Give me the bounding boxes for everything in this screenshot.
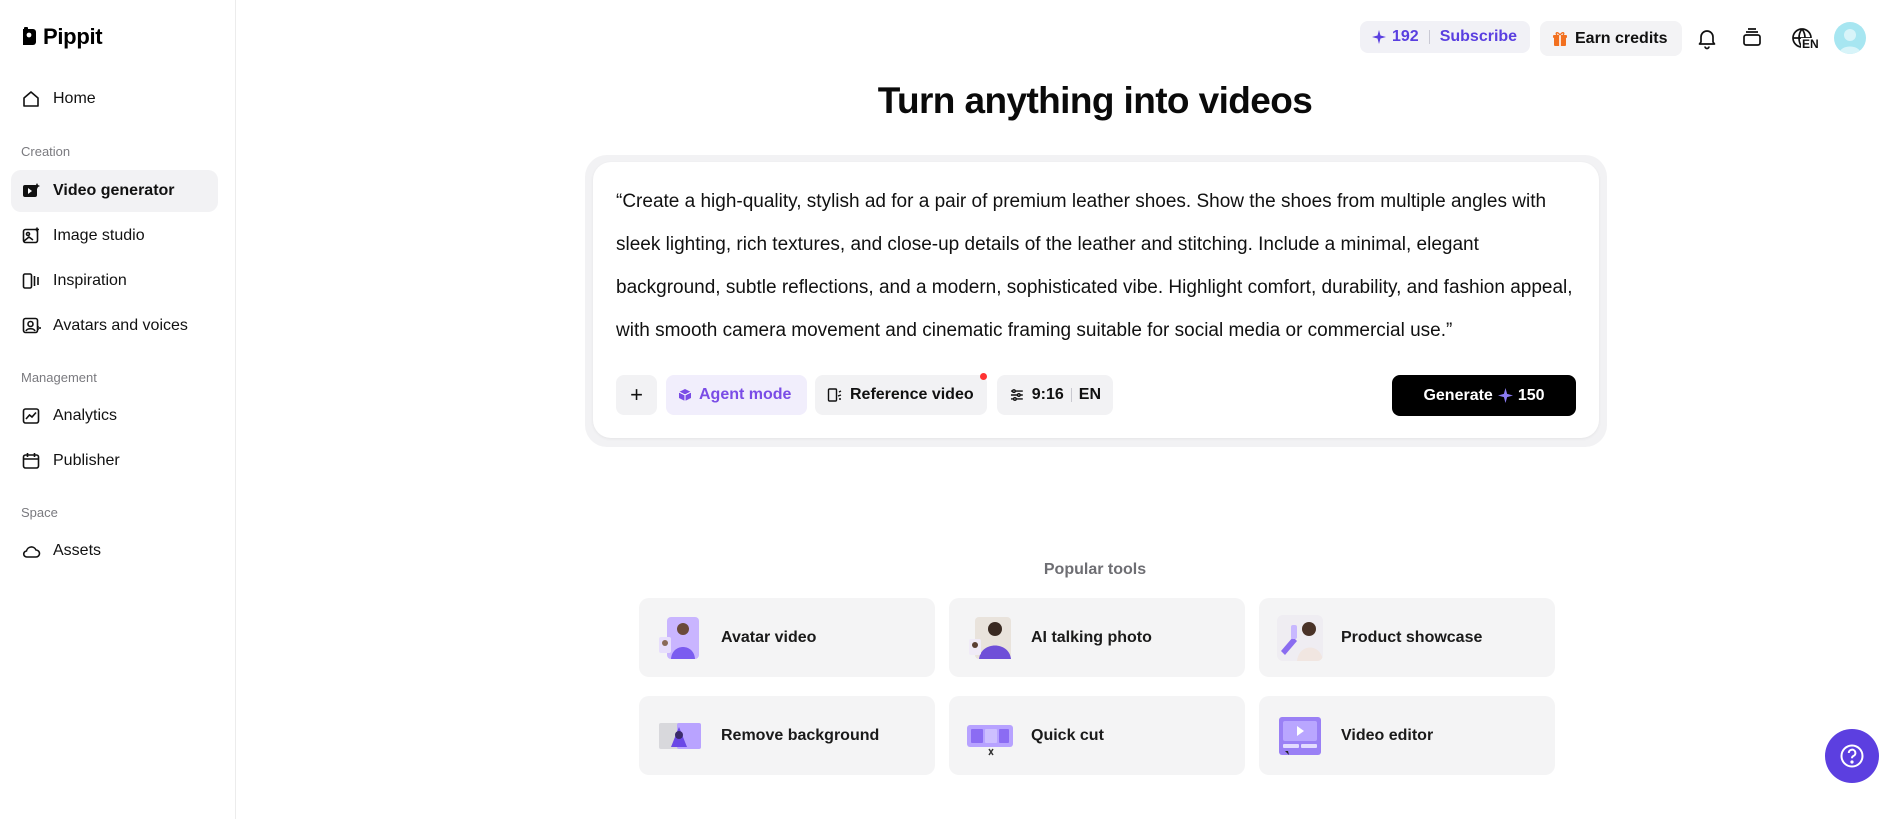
aspect-ratio-label: 9:16 bbox=[1031, 386, 1064, 403]
sidebar-item-image-studio[interactable]: Image studio bbox=[11, 215, 218, 257]
pippit-logo-icon bbox=[23, 27, 36, 45]
video-generator-icon bbox=[23, 183, 40, 197]
avatar-video-thumbnail-icon bbox=[659, 616, 699, 659]
avatar-icon bbox=[1839, 29, 1861, 54]
notifications-button[interactable] bbox=[1693, 24, 1721, 52]
analytics-icon bbox=[22, 408, 40, 424]
tool-card-ai-talking-photo[interactable]: AI talking photo bbox=[949, 598, 1245, 677]
remove-background-thumbnail-icon bbox=[659, 722, 701, 749]
sidebar-item-label: Avatars and voices bbox=[53, 317, 188, 334]
cube-icon bbox=[678, 389, 692, 401]
credits-count: 192 bbox=[1392, 28, 1419, 45]
product-showcase-thumbnail-icon bbox=[1277, 614, 1323, 661]
section-label-space: Space bbox=[21, 505, 58, 520]
sparkle-icon bbox=[1372, 30, 1386, 44]
earn-credits-button[interactable]: Earn credits bbox=[1540, 21, 1682, 56]
language-button[interactable]: EN bbox=[1784, 24, 1820, 52]
agent-mode-button[interactable]: Agent mode bbox=[666, 375, 807, 415]
sidebar: Pippit Home Creation Video generator Ima… bbox=[0, 0, 236, 819]
subscribe-button[interactable]: Subscribe bbox=[1440, 28, 1517, 46]
quick-cut-thumbnail-icon bbox=[967, 724, 1013, 755]
gift-icon bbox=[1553, 31, 1567, 46]
divider bbox=[1428, 30, 1430, 44]
generate-label: Generate bbox=[1423, 386, 1493, 404]
reference-video-icon bbox=[827, 388, 842, 402]
talking-photo-thumbnail-icon bbox=[969, 616, 1011, 659]
tool-card-label: Avatar video bbox=[721, 628, 817, 646]
bell-icon bbox=[1698, 30, 1716, 50]
language-label: EN bbox=[1078, 386, 1101, 403]
avatar-voice-icon bbox=[22, 317, 41, 334]
sidebar-item-label: Image studio bbox=[53, 227, 145, 244]
sidebar-item-publisher[interactable]: Publisher bbox=[11, 440, 218, 482]
tool-card-video-editor[interactable]: Video editor bbox=[1259, 696, 1555, 775]
cloud-icon bbox=[22, 546, 41, 558]
stack-icon bbox=[1743, 28, 1761, 46]
tool-card-label: AI talking photo bbox=[1031, 628, 1152, 646]
generate-button[interactable]: Generate 150 bbox=[1392, 375, 1576, 416]
add-button[interactable]: + bbox=[616, 375, 657, 415]
reference-video-button[interactable]: Reference video bbox=[815, 375, 987, 415]
section-label-management: Management bbox=[21, 370, 97, 385]
page-title: Turn anything into videos bbox=[877, 80, 1313, 121]
section-label-creation: Creation bbox=[21, 144, 71, 159]
settings-button[interactable]: 9:16 EN bbox=[997, 375, 1113, 415]
popular-tools-label: Popular tools bbox=[1043, 561, 1147, 578]
sidebar-item-inspiration[interactable]: Inspiration bbox=[11, 260, 218, 302]
divider bbox=[1070, 388, 1072, 402]
sidebar-item-video-generator[interactable]: Video generator bbox=[11, 170, 218, 212]
sidebar-item-label: Analytics bbox=[53, 407, 118, 424]
video-editor-thumbnail-icon bbox=[1279, 716, 1321, 755]
prompt-input[interactable]: “Create a high-quality, stylish ad for a… bbox=[616, 180, 1576, 352]
sidebar-item-label: Publisher bbox=[53, 452, 120, 469]
agent-mode-label: Agent mode bbox=[699, 386, 792, 403]
help-button[interactable] bbox=[1825, 729, 1879, 783]
calendar-icon bbox=[22, 453, 40, 469]
image-studio-icon bbox=[22, 227, 39, 244]
generate-cost: 150 bbox=[1517, 386, 1545, 404]
app-logo[interactable]: Pippit bbox=[21, 24, 103, 50]
tool-card-product-showcase[interactable]: Product showcase bbox=[1259, 598, 1555, 677]
sidebar-item-analytics[interactable]: Analytics bbox=[11, 395, 218, 437]
tool-card-remove-background[interactable]: Remove background bbox=[639, 696, 935, 775]
sidebar-item-label: Video generator bbox=[53, 182, 175, 199]
tool-card-label: Video editor bbox=[1341, 726, 1434, 744]
sidebar-item-avatars-and-voices[interactable]: Avatars and voices bbox=[11, 305, 218, 347]
tool-card-avatar-video[interactable]: Avatar video bbox=[639, 598, 935, 677]
sidebar-item-label: Assets bbox=[53, 542, 102, 559]
app-name: Pippit bbox=[43, 24, 103, 49]
notification-dot bbox=[980, 373, 987, 380]
reference-video-label: Reference video bbox=[850, 386, 974, 403]
question-icon bbox=[1840, 744, 1864, 768]
credits-pill[interactable]: 192 Subscribe bbox=[1360, 21, 1530, 53]
tool-card-quick-cut[interactable]: Quick cut bbox=[949, 696, 1245, 775]
tool-card-label: Product showcase bbox=[1341, 628, 1483, 646]
inspiration-icon bbox=[22, 273, 39, 289]
language-code: EN bbox=[1801, 37, 1820, 51]
sparkle-icon bbox=[1497, 388, 1513, 403]
plus-icon: + bbox=[630, 382, 643, 407]
sliders-icon bbox=[1010, 389, 1023, 401]
user-avatar[interactable] bbox=[1834, 22, 1866, 54]
earn-credits-label: Earn credits bbox=[1575, 29, 1668, 47]
tool-card-label: Quick cut bbox=[1031, 726, 1104, 744]
layers-button[interactable] bbox=[1738, 24, 1766, 52]
sidebar-item-label: Inspiration bbox=[53, 272, 127, 289]
tool-card-label: Remove background bbox=[721, 726, 880, 744]
